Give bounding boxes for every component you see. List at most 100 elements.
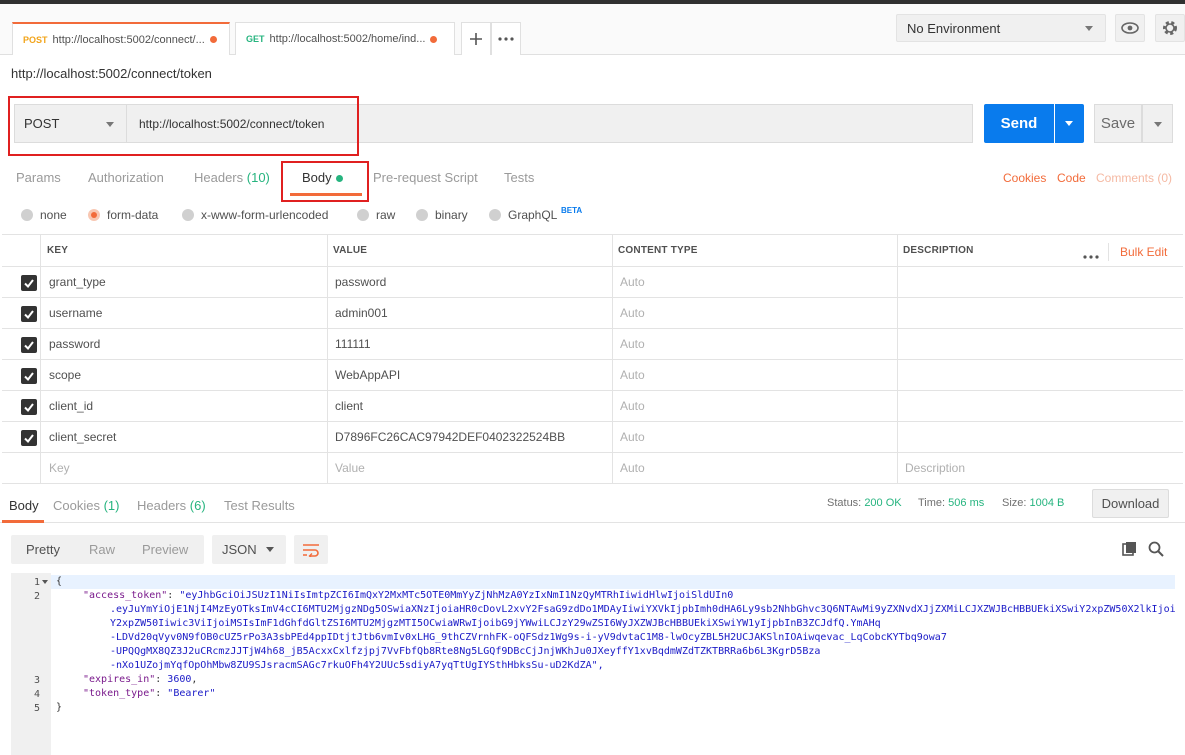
more-tabs-button[interactable] [491,22,521,55]
new-description-input[interactable]: Description [905,461,965,475]
table-row: password 111111 Auto [2,329,1183,360]
response-tab-headers[interactable]: Headers (6) [137,498,206,513]
cell-content-type[interactable]: Auto [620,399,645,413]
new-content-type-input[interactable]: Auto [620,461,645,475]
view-raw-button[interactable]: Raw [89,542,115,557]
line-number: 2 [33,591,40,602]
cell-key[interactable]: grant_type [49,275,106,289]
radio-circle-icon [182,209,194,221]
fold-caret-icon[interactable] [42,580,48,585]
cell-value[interactable]: 111111 [335,337,371,351]
cell-key[interactable]: client_secret [49,430,116,444]
active-line-highlight [51,575,1175,589]
cell-content-type[interactable]: Auto [620,430,645,444]
radio-label: form-data [107,208,159,222]
line-number: 5 [33,703,40,714]
json-string: "eyJhbGciOiJSUzI1NiIsImtpZCI6ImQxY2MxMTc… [179,590,734,601]
table-row: grant_type password Auto [2,267,1183,298]
view-preview-button[interactable]: Preview [142,542,188,557]
status-label: Status: [827,497,862,509]
cell-value[interactable]: password [335,275,386,289]
send-options-button[interactable] [1055,104,1084,143]
cell-key[interactable]: client_id [49,399,93,413]
new-tab-button[interactable] [461,22,491,55]
row-enabled-checkbox[interactable] [21,399,37,415]
column-header-content-type: CONTENT TYPE [618,245,698,256]
chevron-down-icon [1085,26,1093,31]
time-readout: Time: 506 ms [918,497,984,509]
download-button[interactable]: Download [1092,489,1169,518]
json-string: "Bearer" [167,688,216,699]
tab-params[interactable]: Params [16,170,61,185]
view-pretty-button[interactable]: Pretty [26,542,60,557]
annotation-highlight-box [281,161,369,202]
checkmark-icon [24,310,34,320]
response-tab-body[interactable]: Body [9,498,39,513]
cell-value[interactable]: admin001 [335,306,388,320]
wrap-lines-button[interactable] [294,535,328,564]
tab-label: Cookies [53,498,100,513]
cell-content-type[interactable]: Auto [620,368,645,382]
column-header-description: DESCRIPTION [903,245,974,256]
radio-graphql[interactable]: GraphQL [489,208,557,222]
json-colon: : [167,590,180,601]
copy-response-button[interactable] [1122,541,1138,560]
cell-content-type[interactable]: Auto [620,306,645,320]
json-key: "access_token" [83,590,168,601]
comments-link[interactable]: Comments (0) [1096,171,1172,185]
environment-select[interactable]: No Environment [896,14,1106,42]
cell-content-type[interactable]: Auto [620,337,645,351]
cell-value[interactable]: D7896FC26CAC97942DEF0402322524BB [335,430,565,444]
radio-label: binary [435,208,468,222]
radio-urlencoded[interactable]: x-www-form-urlencoded [182,208,328,222]
bulk-edit-link[interactable]: Bulk Edit [1120,245,1167,259]
search-response-button[interactable] [1148,541,1164,560]
time-value: 506 ms [948,497,985,509]
radio-circle-icon [416,209,428,221]
response-tab-test-results[interactable]: Test Results [224,498,295,513]
save-options-button[interactable] [1142,104,1173,143]
radio-label: x-www-form-urlencoded [201,208,329,222]
row-enabled-checkbox[interactable] [21,337,37,353]
radio-form-data[interactable]: form-data [88,208,158,222]
cell-content-type[interactable]: Auto [620,275,645,289]
tab-prerequest-script[interactable]: Pre-request Script [373,170,478,185]
eye-icon [1121,22,1139,34]
save-button[interactable]: Save [1094,104,1142,143]
row-enabled-checkbox[interactable] [21,368,37,384]
request-tab-post[interactable]: POST http://localhost:5002/connect/... [12,22,230,55]
row-enabled-checkbox[interactable] [21,306,37,322]
format-select[interactable]: JSON [212,535,286,564]
checkmark-icon [24,403,34,413]
cell-key[interactable]: scope [49,368,81,382]
tab-tests[interactable]: Tests [504,170,534,185]
row-enabled-checkbox[interactable] [21,430,37,446]
new-key-input[interactable]: Key [49,461,70,475]
radio-raw[interactable]: raw [357,208,395,222]
radio-binary[interactable]: binary [416,208,468,222]
column-options-button[interactable] [1083,248,1099,262]
table-row: username admin001 Auto [2,298,1183,329]
tab-headers[interactable]: Headers (10) [194,170,270,185]
tab-method-label: GET [246,34,265,44]
code-link[interactable]: Code [1057,171,1086,185]
table-row: client_secret D7896FC26CAC97942DEF040232… [2,422,1183,453]
cookies-link[interactable]: Cookies [1003,171,1046,185]
size-value: 1004 B [1029,497,1065,509]
radio-none[interactable]: none [21,208,67,222]
search-icon [1148,541,1164,557]
cell-value[interactable]: client [335,399,363,413]
cell-key[interactable]: username [49,306,102,320]
cell-value[interactable]: WebAppAPI [335,368,400,382]
tab-authorization[interactable]: Authorization [88,170,164,185]
size-label: Size: [1002,497,1027,509]
manage-environments-button[interactable] [1155,14,1185,42]
request-tab-get[interactable]: GET http://localhost:5002/home/ind... [235,22,455,55]
column-divider [612,235,613,484]
row-enabled-checkbox[interactable] [21,275,37,291]
cell-key[interactable]: password [49,337,100,351]
response-tab-cookies[interactable]: Cookies (1) [53,498,119,513]
send-button[interactable]: Send [984,104,1054,143]
environment-quick-look-button[interactable] [1115,14,1145,42]
new-value-input[interactable]: Value [335,461,365,475]
